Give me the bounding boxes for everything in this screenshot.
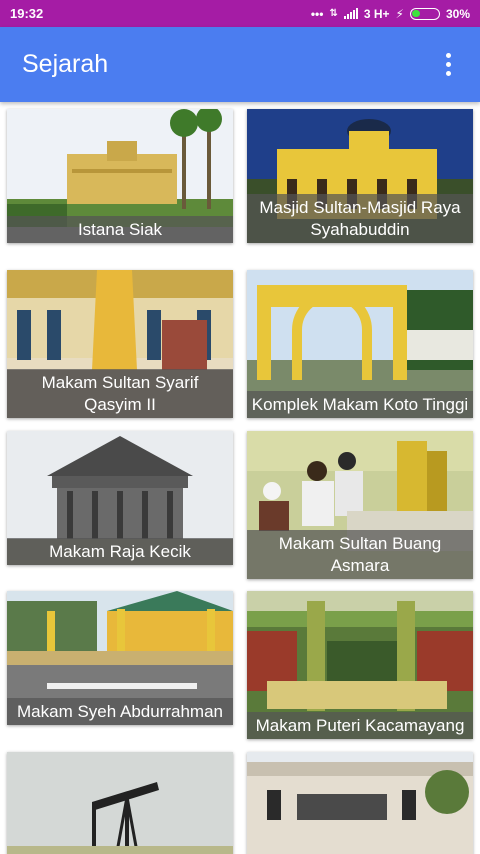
card-makam-syeh-abdurrahman[interactable]: Makam Syeh Abdurrahman (7, 591, 233, 725)
card-makam-raja-kecik[interactable]: Makam Raja Kecik (7, 431, 233, 565)
card-label: Masjid Sultan-Masjid Raya Syahabuddin (247, 194, 473, 243)
card-masjid-sultan[interactable]: Masjid Sultan-Masjid Raya Syahabuddin (247, 109, 473, 243)
status-bar: 19:32 ••• ⇅ 3 H+ ⚡ 30% (0, 0, 480, 27)
card-label: Komplek Makam Koto Tinggi (247, 391, 473, 418)
status-icons: ••• ⇅ 3 H+ ⚡ 30% (311, 7, 470, 21)
battery-percent: 30% (445, 6, 470, 21)
card-old-building[interactable] (247, 752, 473, 854)
card-label: Makam Puteri Kacamayang (247, 712, 473, 739)
card-label: Makam Sultan Syarif Qasyim II (7, 369, 233, 418)
app-bar: Sejarah (0, 27, 480, 102)
card-label: Makam Raja Kecik (7, 538, 233, 565)
card-label: Makam Syeh Abdurrahman (7, 698, 233, 725)
status-time: 19:32 (10, 6, 44, 21)
card-oil-pump[interactable] (7, 752, 233, 854)
network-type: 3 H+ (363, 6, 390, 21)
more-vert-icon[interactable] (438, 50, 458, 80)
data-transfer-icon: ⇅ (329, 8, 338, 19)
card-komplek-koto-tinggi[interactable]: Komplek Makam Koto Tinggi (247, 270, 473, 418)
signal-icon (343, 8, 358, 19)
old-building-image (247, 752, 473, 854)
card-makam-syarif-qasyim[interactable]: Makam Sultan Syarif Qasyim II (7, 270, 233, 418)
charging-icon: ⚡ (395, 6, 404, 21)
page-title: Sejarah (22, 50, 109, 78)
card-makam-buang-asmara[interactable]: Makam Sultan Buang Asmara (247, 431, 473, 579)
card-makam-puteri-kacamayang[interactable]: Makam Puteri Kacamayang (247, 591, 473, 739)
card-label: Makam Sultan Buang Asmara (247, 530, 473, 579)
more-notifications-icon: ••• (310, 6, 324, 21)
card-label: Istana Siak (7, 216, 233, 243)
card-istana-siak[interactable]: Istana Siak (7, 109, 233, 243)
battery-icon (409, 7, 440, 20)
oil-pump-image (7, 752, 233, 854)
